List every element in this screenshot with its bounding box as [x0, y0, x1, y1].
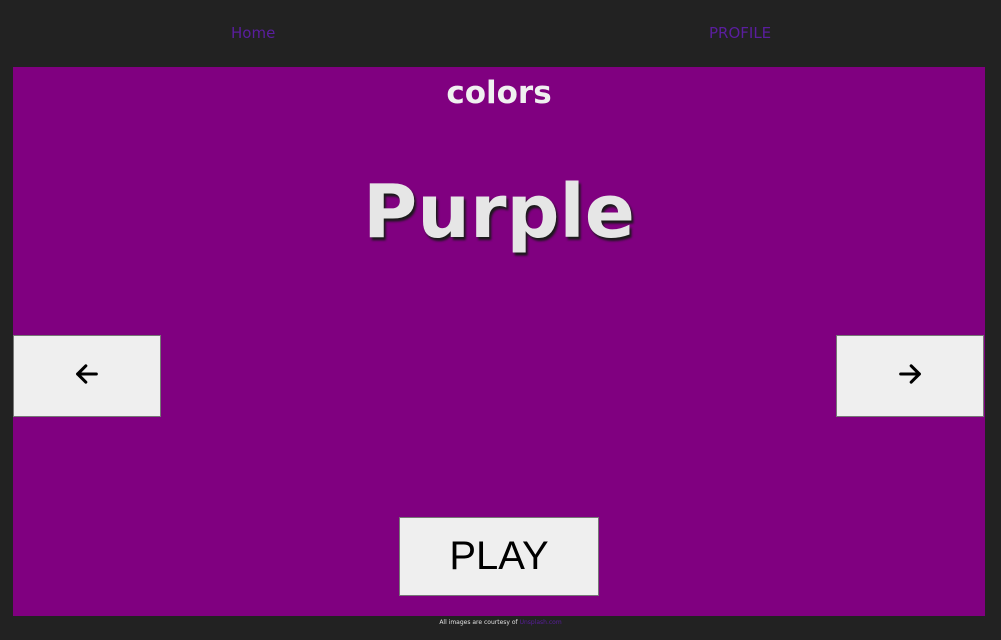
- flashcard-word: Purple: [363, 169, 635, 255]
- footer-credit-link[interactable]: Unsplash.com: [520, 619, 562, 626]
- footer: All images are courtesy of Unsplash.com: [0, 619, 1001, 626]
- arrow-right-icon: [896, 360, 924, 392]
- play-button[interactable]: PLAY: [399, 517, 599, 596]
- arrow-left-icon: [73, 360, 101, 392]
- top-navigation: Home PROFILE: [0, 0, 1001, 67]
- category-title: colors: [446, 75, 552, 111]
- previous-button[interactable]: [13, 335, 161, 417]
- flashcard-stage: colors Purple PLAY: [13, 67, 985, 616]
- next-button[interactable]: [836, 335, 984, 417]
- footer-text: All images are courtesy of: [439, 619, 518, 626]
- nav-home-link[interactable]: Home: [231, 24, 275, 42]
- nav-profile-link[interactable]: PROFILE: [709, 24, 771, 42]
